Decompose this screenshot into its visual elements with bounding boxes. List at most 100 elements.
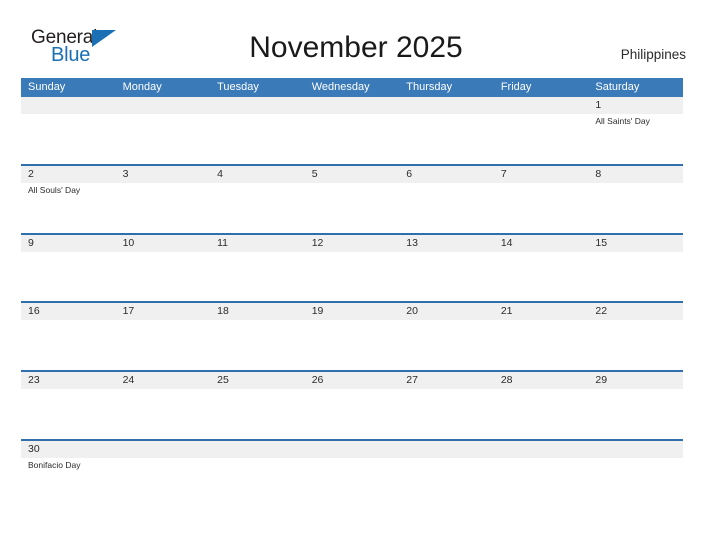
- day-cell[interactable]: 2 All Souls' Day: [21, 166, 116, 233]
- day-number: [217, 97, 305, 114]
- day-cell-empty: [305, 97, 400, 164]
- day-number: 10: [122, 236, 135, 249]
- day-number: 30: [28, 442, 40, 455]
- weekday-header-sunday: Sunday: [28, 81, 66, 93]
- day-number: 25: [217, 374, 229, 387]
- day-cell-group: 2 All Souls' Day 3 4 5 6 7 8: [21, 166, 683, 233]
- day-number: 4: [217, 167, 223, 180]
- day-number: [123, 441, 211, 458]
- day-number: 14: [500, 236, 513, 249]
- day-cell-group: 16 17 18 19 20 21 22: [21, 303, 683, 370]
- day-cell[interactable]: 8: [588, 166, 683, 233]
- day-number: 20: [406, 305, 418, 318]
- day-cell-group: 23 24 25 26 27 28 29: [21, 372, 683, 439]
- day-cell[interactable]: 23: [21, 372, 116, 439]
- day-cell[interactable]: 24: [116, 372, 211, 439]
- day-cell-empty: [210, 441, 305, 511]
- day-number: [217, 441, 305, 458]
- day-number: 9: [28, 236, 34, 249]
- day-cell[interactable]: 10: [116, 235, 211, 302]
- day-number: [312, 97, 400, 114]
- holiday-label: Bonifacio Day: [28, 459, 81, 470]
- day-cell[interactable]: 13: [399, 235, 494, 302]
- day-cell[interactable]: 1 All Saints' Day: [588, 97, 683, 164]
- calendar-week-row: 16 17 18 19 20 21 22: [21, 301, 683, 370]
- day-number: 29: [595, 374, 608, 387]
- day-cell-empty: [21, 97, 116, 164]
- day-number: [406, 97, 494, 114]
- holiday-label: All Souls' Day: [28, 184, 81, 195]
- day-number: 22: [595, 305, 608, 318]
- day-number: 12: [311, 236, 324, 249]
- calendar-week-row: 9 10 11 12 13 14 15: [21, 232, 683, 302]
- day-number: 26: [311, 374, 324, 387]
- day-number: 15: [595, 236, 608, 249]
- day-number: 7: [500, 167, 507, 180]
- day-cell[interactable]: 25: [210, 372, 305, 439]
- day-cell[interactable]: 18: [210, 303, 305, 370]
- day-cell-empty: [588, 441, 683, 511]
- day-number: 3: [122, 167, 129, 180]
- day-number: [501, 441, 589, 458]
- day-cell[interactable]: 30 Bonifacio Day: [21, 441, 116, 511]
- day-cell[interactable]: 9: [21, 235, 116, 302]
- weekday-header-tuesday: Tuesday: [217, 81, 259, 93]
- day-cell-empty: [494, 97, 589, 164]
- day-number: 11: [217, 236, 229, 249]
- day-cell[interactable]: 22: [588, 303, 683, 370]
- day-cell[interactable]: 3: [116, 166, 211, 233]
- day-cell[interactable]: 28: [494, 372, 589, 439]
- day-cell-empty: [399, 97, 494, 164]
- day-cell-group: 1 All Saints' Day: [21, 97, 683, 164]
- day-cell[interactable]: 6: [399, 166, 494, 233]
- day-cell[interactable]: 21: [494, 303, 589, 370]
- day-number: 23: [28, 374, 40, 387]
- day-cell[interactable]: 11: [210, 235, 305, 302]
- day-cell-empty: [210, 97, 305, 164]
- day-number: [501, 97, 589, 114]
- day-number: [28, 97, 116, 114]
- page-title: November 2025: [249, 31, 463, 64]
- day-cell[interactable]: 29: [588, 372, 683, 439]
- day-number: [312, 441, 400, 458]
- day-number: 6: [406, 167, 413, 180]
- weekday-header-wednesday: Wednesday: [311, 81, 370, 93]
- calendar-week-row: 23 24 25 26 27 28 29: [21, 370, 683, 439]
- day-number: 21: [500, 305, 513, 318]
- day-cell[interactable]: 16: [21, 303, 116, 370]
- calendar-week-row: 1 All Saints' Day: [21, 97, 683, 164]
- day-number: 5: [311, 167, 318, 180]
- day-number: 13: [406, 236, 418, 249]
- day-cell-empty: [116, 441, 211, 511]
- day-number: 18: [217, 305, 229, 318]
- country-label: Philippines: [620, 47, 686, 62]
- day-cell[interactable]: 14: [494, 235, 589, 302]
- weekday-header-row: Sunday Monday Tuesday Wednesday Thursday…: [21, 78, 683, 97]
- day-number: 1: [595, 99, 602, 111]
- day-cell-empty: [494, 441, 589, 511]
- day-cell-empty: [116, 97, 211, 164]
- day-number: 24: [122, 374, 135, 387]
- day-cell-group: 30 Bonifacio Day: [21, 441, 683, 511]
- day-number: 16: [28, 305, 40, 318]
- day-cell[interactable]: 4: [210, 166, 305, 233]
- day-cell-empty: [305, 441, 400, 511]
- day-cell[interactable]: 5: [305, 166, 400, 233]
- day-cell[interactable]: 27: [399, 372, 494, 439]
- day-cell[interactable]: 19: [305, 303, 400, 370]
- day-cell[interactable]: 20: [399, 303, 494, 370]
- day-cell-empty: [399, 441, 494, 511]
- day-cell[interactable]: 7: [494, 166, 589, 233]
- day-number: 28: [500, 374, 513, 387]
- day-cell[interactable]: 26: [305, 372, 400, 439]
- day-number: 2: [28, 167, 34, 180]
- day-cell-group: 9 10 11 12 13 14 15: [21, 235, 683, 302]
- calendar-weeks: 1 All Saints' Day 2 All Souls' Day 3 4 5 6 7 8 9 10…: [21, 97, 683, 511]
- day-cell[interactable]: 12: [305, 235, 400, 302]
- day-cell[interactable]: 17: [116, 303, 211, 370]
- weekday-header-saturday: Saturday: [595, 81, 640, 93]
- day-number: 17: [122, 305, 135, 318]
- day-number: 8: [595, 167, 602, 180]
- day-number: [595, 441, 683, 458]
- day-cell[interactable]: 15: [588, 235, 683, 302]
